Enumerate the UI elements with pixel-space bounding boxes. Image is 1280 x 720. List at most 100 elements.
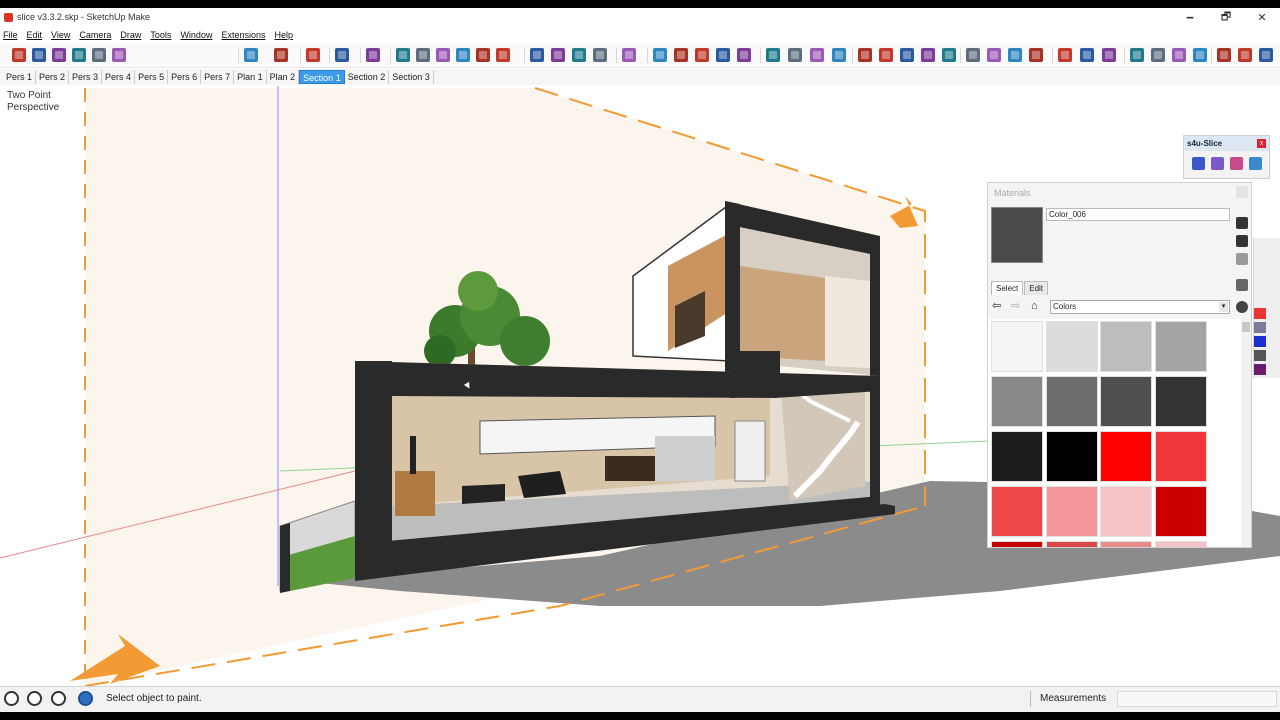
toolbar-tool-icon[interactable] [52,48,66,62]
measurements-input[interactable] [1117,691,1277,707]
color-swatch[interactable] [991,376,1043,427]
toolbar-tool-icon[interactable] [496,48,510,62]
color-swatch[interactable] [1154,431,1207,482]
menu-draw[interactable]: Draw [120,30,141,40]
toolbar-tool-icon[interactable] [416,48,430,62]
toolbar-tool-icon[interactable] [274,48,288,62]
menu-help[interactable]: Help [274,30,293,40]
tab-pers-6[interactable]: Pers 6 [168,70,202,84]
tab-pers-2[interactable]: Pers 2 [36,70,70,84]
tab-section-2[interactable]: Section 2 [345,70,390,84]
tab-pers-7[interactable]: Pers 7 [201,70,235,84]
color-swatch[interactable] [1154,321,1207,372]
menu-edit[interactable]: Edit [27,30,43,40]
toolbar-tool-icon[interactable] [737,48,751,62]
home-icon[interactable]: ⌂ [1031,300,1038,312]
toolbar-tool-icon[interactable] [1172,48,1186,62]
color-swatch[interactable] [991,541,1043,547]
credits-icon[interactable] [27,691,42,706]
toolbar-tool-icon[interactable] [1058,48,1072,62]
tab-section-3[interactable]: Section 3 [389,70,434,84]
toolbar-tool-icon[interactable] [1130,48,1144,62]
color-swatch[interactable] [1100,321,1152,372]
toolbar-tool-icon[interactable] [530,48,544,62]
create-material-icon[interactable] [1236,235,1248,247]
toolbar-tool-icon[interactable] [987,48,1001,62]
toolbar-tool-icon[interactable] [1080,48,1094,62]
slice-tool-1-icon[interactable] [1192,157,1205,170]
toolbar-tool-icon[interactable] [832,48,846,62]
color-swatch[interactable] [1100,541,1152,547]
tab-plan-2[interactable]: Plan 2 [267,70,300,84]
swatch-scrollbar-thumb[interactable] [1242,322,1250,332]
toolbar-tool-icon[interactable] [695,48,709,62]
color-swatch[interactable] [1045,486,1098,537]
details-arrow-icon[interactable] [1236,301,1248,313]
default-material-icon[interactable] [1236,253,1248,265]
toolbar-tool-icon[interactable] [244,48,258,62]
swatch-scrollbar[interactable] [1241,319,1251,547]
toolbar-tool-icon[interactable] [306,48,320,62]
toolbar-tool-icon[interactable] [593,48,607,62]
toolbar-tool-icon[interactable] [716,48,730,62]
toolbar-tool-icon[interactable] [572,48,586,62]
toolbar-tool-icon[interactable] [436,48,450,62]
toolbar-tool-icon[interactable] [788,48,802,62]
toolbar-tool-icon[interactable] [92,48,106,62]
slice-toolbar-close-button[interactable]: x [1257,139,1266,148]
library-select[interactable]: Colors ▾ [1050,300,1230,314]
menu-tools[interactable]: Tools [150,30,171,40]
toolbar-tool-icon[interactable] [396,48,410,62]
edge-swatch-blue[interactable] [1254,336,1266,347]
user-icon[interactable] [51,691,66,706]
material-name-field[interactable]: Color_006 [1046,208,1230,221]
menu-window[interactable]: Window [180,30,212,40]
toolbar-tool-icon[interactable] [653,48,667,62]
menu-camera[interactable]: Camera [79,30,111,40]
color-swatch[interactable] [991,431,1043,482]
geo-location-icon[interactable] [4,691,19,706]
tab-section-1[interactable]: Section 1 [299,70,345,84]
color-swatch[interactable] [1154,486,1207,537]
toolbar-tool-icon[interactable] [551,48,565,62]
color-swatch[interactable] [1045,376,1098,427]
tab-pers-5[interactable]: Pers 5 [135,70,169,84]
toolbar-tool-icon[interactable] [366,48,380,62]
tab-pers-1[interactable]: Pers 1 [3,70,37,84]
toolbar-tool-icon[interactable] [622,48,636,62]
color-swatch[interactable] [1045,431,1098,482]
maximize-button[interactable]: 🗗 [1208,8,1244,26]
color-swatch[interactable] [991,321,1043,372]
toolbar-tool-icon[interactable] [1151,48,1165,62]
toolbar-tool-icon[interactable] [72,48,86,62]
menu-file[interactable]: File [3,30,18,40]
edge-swatch-grey[interactable] [1254,322,1266,333]
color-swatch[interactable] [1154,541,1207,547]
slice-tool-2-icon[interactable] [1211,157,1224,170]
toolbar-tool-icon[interactable] [942,48,956,62]
color-swatch[interactable] [1154,376,1207,427]
display-secondary-icon[interactable] [1236,217,1248,229]
edge-swatch-red[interactable] [1254,308,1266,319]
tab-pers-4[interactable]: Pers 4 [102,70,136,84]
toolbar-tool-icon[interactable] [766,48,780,62]
toolbar-tool-icon[interactable] [921,48,935,62]
toolbar-tool-icon[interactable] [1029,48,1043,62]
color-swatch[interactable] [1100,486,1152,537]
tab-select[interactable]: Select [991,281,1024,295]
color-swatch[interactable] [1100,376,1152,427]
color-swatch[interactable] [1045,541,1098,547]
toolbar-tool-icon[interactable] [900,48,914,62]
toolbar-tool-icon[interactable] [674,48,688,62]
toolbar-tool-icon[interactable] [1102,48,1116,62]
menu-view[interactable]: View [51,30,70,40]
back-arrow-icon[interactable]: ⇦ [992,300,1001,312]
toolbar-tool-icon[interactable] [1193,48,1207,62]
toolbar-tool-icon[interactable] [858,48,872,62]
sample-paint-icon[interactable] [1236,279,1248,291]
edge-swatch-purple[interactable] [1254,364,1266,375]
toolbar-tool-icon[interactable] [1008,48,1022,62]
toolbar-tool-icon[interactable] [966,48,980,62]
minimize-button[interactable]: 🗕 [1172,8,1208,26]
help-icon[interactable] [78,691,93,706]
